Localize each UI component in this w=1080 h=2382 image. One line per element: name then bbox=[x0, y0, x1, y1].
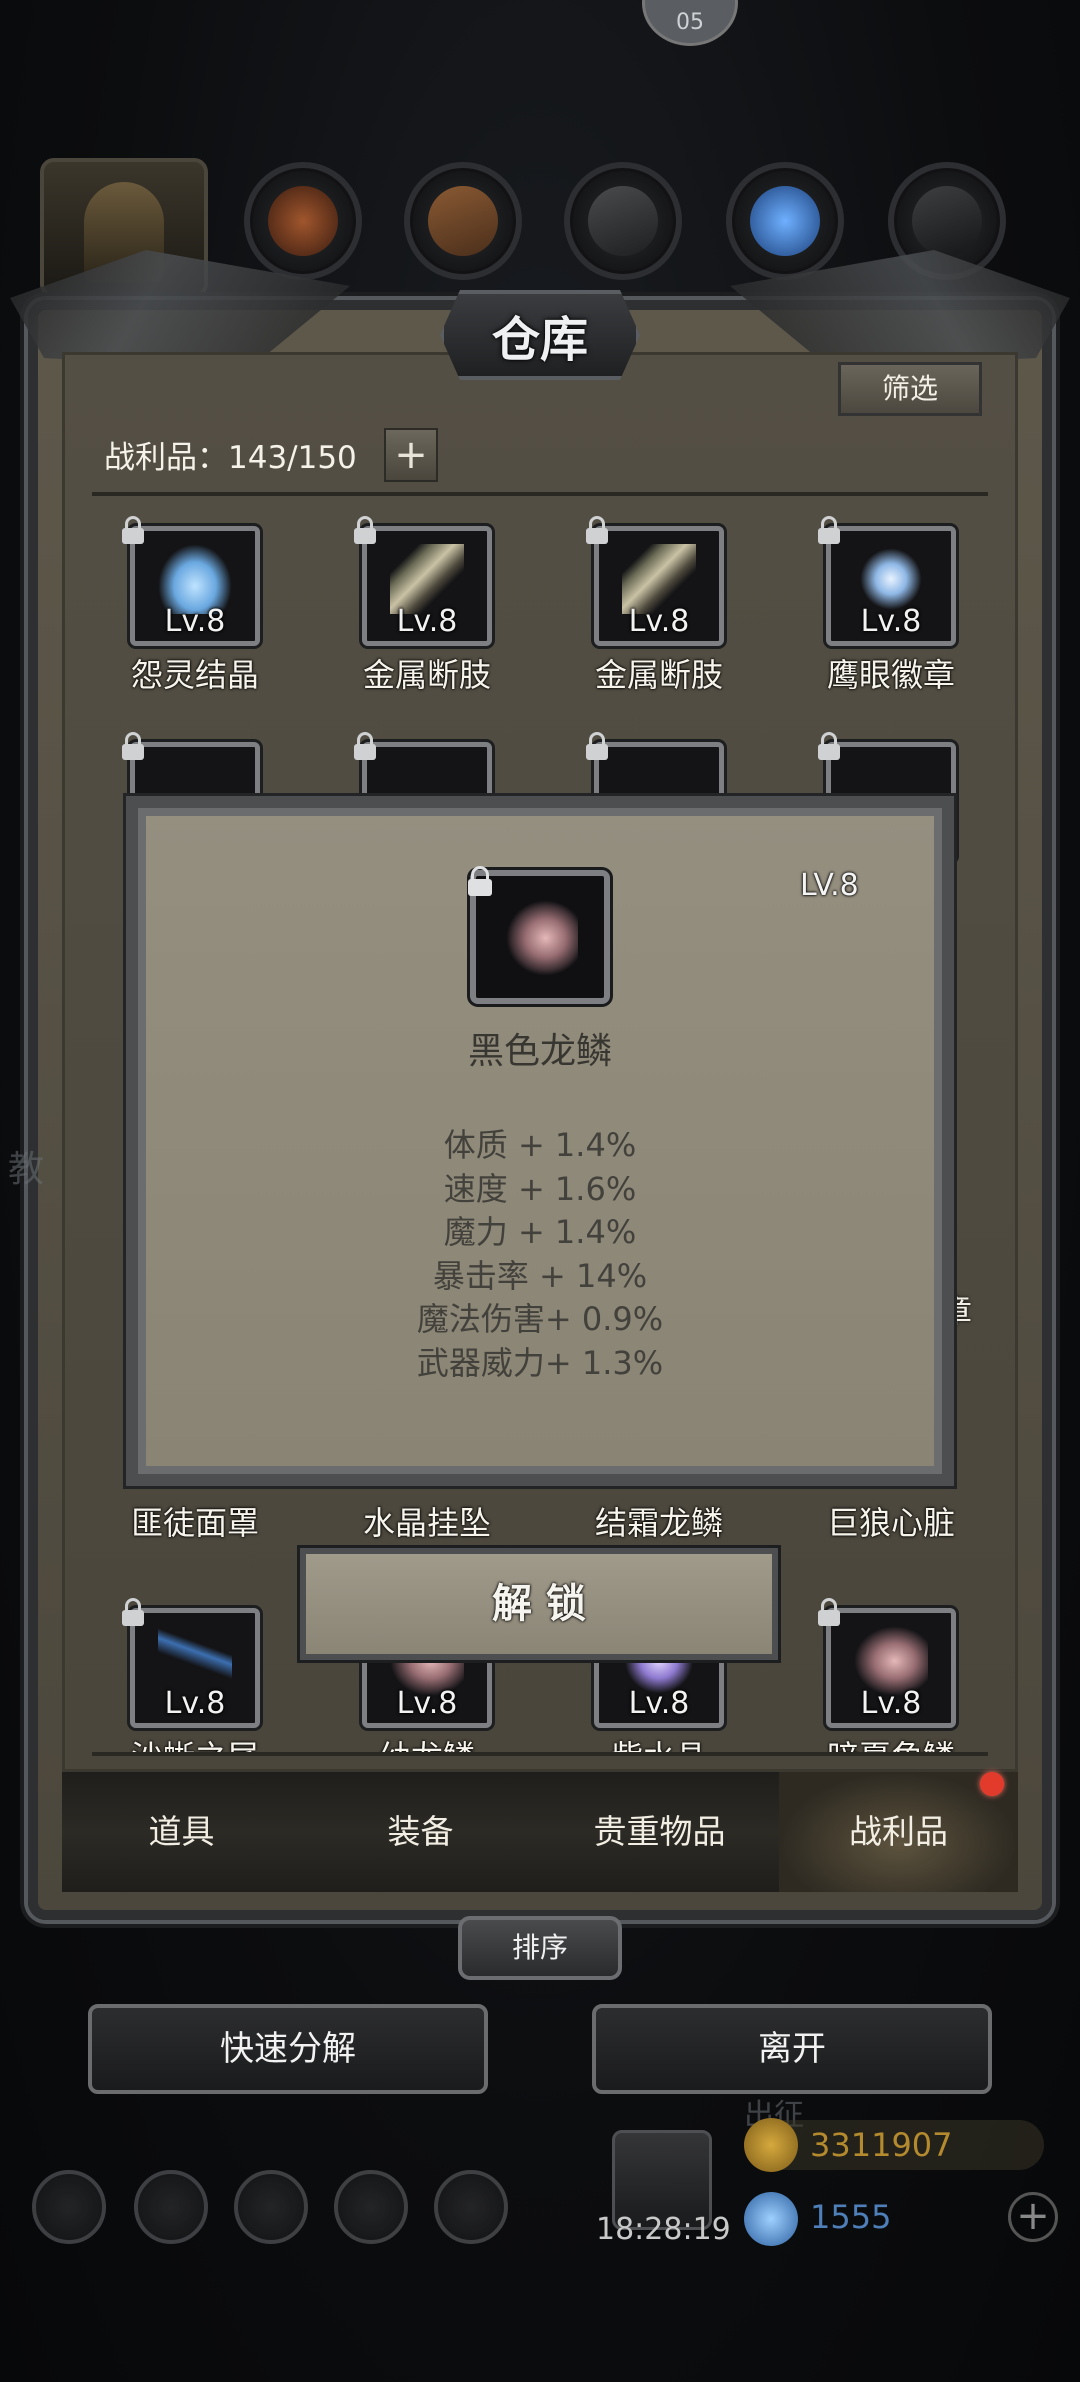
item-name: 紫水晶 bbox=[574, 1732, 744, 1754]
window-title: 仓库 bbox=[491, 312, 588, 368]
item-level: Lv.8 bbox=[860, 604, 922, 639]
popup-item-name: 黑色龙鳞 bbox=[467, 1031, 612, 1072]
item-name: 匪徒面罩 bbox=[130, 1504, 259, 1542]
category-iron-icon[interactable] bbox=[564, 162, 682, 280]
item-level: Lv.8 bbox=[164, 1686, 226, 1721]
lock-icon bbox=[120, 1598, 146, 1628]
item-name: 幼龙鳞 bbox=[342, 1732, 512, 1754]
mail-icon[interactable] bbox=[334, 2170, 408, 2244]
stat-line: 魔法伤害+ 0.9% bbox=[416, 1300, 664, 1338]
item-name: 金属断肢 bbox=[362, 656, 491, 694]
lock-icon bbox=[352, 516, 378, 546]
settings-icon[interactable] bbox=[32, 2170, 106, 2244]
lock-icon bbox=[816, 516, 842, 546]
stat-line: 魔力 + 1.4% bbox=[443, 1213, 637, 1251]
item-name: 鹰眼徽章 bbox=[826, 656, 955, 694]
tab-items[interactable]: 道具 bbox=[62, 1772, 301, 1892]
box-icon[interactable] bbox=[434, 2170, 508, 2244]
stat-line: 武器威力+ 1.3% bbox=[416, 1343, 664, 1382]
background-text: 教 bbox=[8, 1149, 45, 1190]
guild-icon[interactable] bbox=[234, 2170, 308, 2244]
tab-equipment[interactable]: 装备 bbox=[301, 1772, 540, 1892]
item-name: 沙蜥之尾 bbox=[110, 1732, 280, 1754]
divider-top bbox=[92, 492, 988, 496]
add-gems-button[interactable]: + bbox=[1008, 2192, 1058, 2242]
unlock-button[interactable]: 解 锁 bbox=[300, 1548, 778, 1660]
lock-icon bbox=[352, 732, 378, 762]
lock-icon bbox=[584, 516, 610, 546]
stat-line: 暴击率 + 14% bbox=[432, 1256, 648, 1295]
category-tabs: 道具 装备 贵重物品 战利品 bbox=[62, 1772, 1018, 1892]
clock: 18:28:19 bbox=[596, 2212, 731, 2247]
lock-icon bbox=[120, 732, 146, 762]
tab-valuables[interactable]: 贵重物品 bbox=[540, 1772, 779, 1892]
achievement-icon[interactable] bbox=[134, 2170, 208, 2244]
leave-button[interactable]: 离开 bbox=[592, 2004, 992, 2094]
expand-capacity-button[interactable]: + bbox=[384, 428, 438, 482]
sort-button[interactable]: 排序 bbox=[458, 1916, 622, 1980]
loot-count: 战利品：143/150 bbox=[104, 440, 357, 476]
filter-button[interactable]: 筛选 bbox=[838, 362, 982, 416]
lock-icon bbox=[816, 732, 842, 762]
stat-line: 体质 + 1.4% bbox=[443, 1126, 637, 1164]
lock-icon bbox=[466, 866, 494, 898]
item-name: 金属断肢 bbox=[594, 656, 723, 694]
divider-bottom bbox=[92, 1752, 988, 1756]
gem-icon bbox=[744, 2192, 798, 2246]
item-level: Lv.8 bbox=[628, 604, 690, 639]
popup-stats: 体质 + 1.4% 速度 + 1.6% 魔力 + 1.4% 暴击率 + 14% … bbox=[126, 1124, 954, 1385]
top-indicator-text: 05 bbox=[676, 10, 704, 35]
popup-level: LV.8 bbox=[800, 868, 859, 903]
dragon-scale-icon bbox=[506, 900, 578, 976]
lock-icon bbox=[584, 732, 610, 762]
item-name: 暗夏角鳞 bbox=[806, 1732, 976, 1754]
category-crystal-icon[interactable] bbox=[726, 162, 844, 280]
lock-icon bbox=[120, 516, 146, 546]
item-level: Lv.8 bbox=[164, 604, 226, 639]
lock-icon bbox=[816, 1598, 842, 1628]
item-name: 结霜龙鳞 bbox=[594, 1504, 723, 1542]
gem-amount: 1555 bbox=[810, 2198, 892, 2236]
notification-dot bbox=[980, 1772, 1004, 1796]
item-level: Lv.8 bbox=[628, 1686, 690, 1721]
item-level: Lv.8 bbox=[396, 604, 458, 639]
quick-decompose-button[interactable]: 快速分解 bbox=[88, 2004, 488, 2094]
category-wood-icon[interactable] bbox=[404, 162, 522, 280]
item-name: 怨灵结晶 bbox=[130, 656, 259, 694]
item-name: 水晶挂坠 bbox=[362, 1504, 491, 1542]
gold-coin-icon bbox=[744, 2118, 798, 2172]
stat-line: 速度 + 1.6% bbox=[443, 1169, 637, 1208]
item-name: 巨狼心脏 bbox=[826, 1504, 955, 1542]
item-level: Lv.8 bbox=[860, 1686, 922, 1721]
item-level: Lv.8 bbox=[396, 1686, 458, 1721]
gold-amount: 3311907 bbox=[810, 2126, 953, 2164]
category-potion-icon[interactable] bbox=[244, 162, 362, 280]
